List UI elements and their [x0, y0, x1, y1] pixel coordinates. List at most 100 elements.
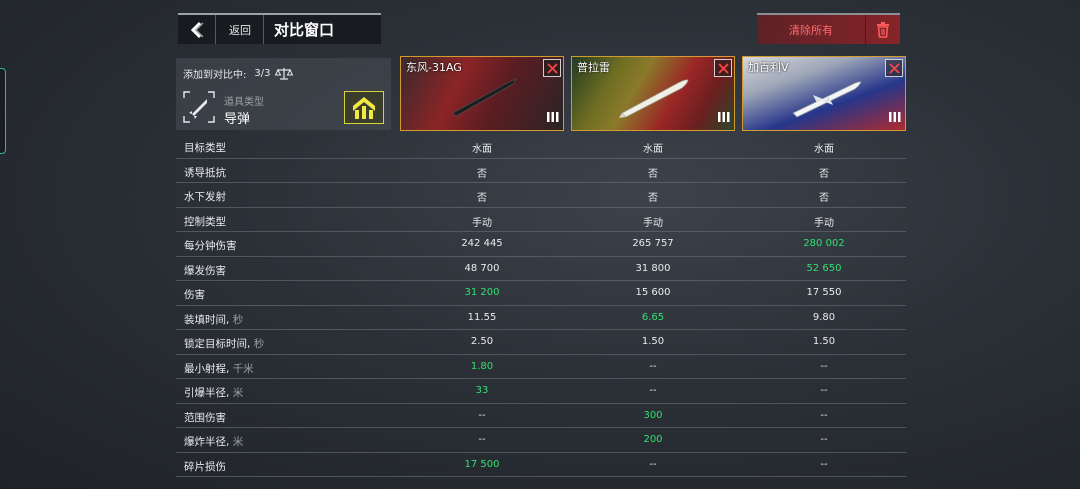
stat-value-item-2: 手动 — [643, 217, 663, 229]
stat-label-text: 锁定目标时间, — [184, 338, 254, 350]
stat-label: 控制类型 — [184, 214, 226, 229]
side-drawer-tab[interactable] — [0, 68, 6, 154]
missile-type-icon — [183, 91, 215, 123]
stat-value-item-1: 33 — [475, 385, 489, 396]
stat-label-text: 水下发射 — [184, 191, 226, 203]
stat-value-item-1: -- — [478, 434, 486, 445]
stat-row: 水下发射 否 否 否 — [176, 183, 906, 208]
stat-unit: 秒 — [232, 313, 244, 326]
stats-table: 目标类型 水面 水面 水面 诱导抵抗否否否水下发射否否否控制类型 手动 手动 手动 每分钟伤害 2… — [176, 134, 906, 477]
missile-image — [452, 78, 517, 117]
clear-all-button[interactable]: 清除所有 — [757, 13, 900, 44]
stat-value-item-3: 1.50 — [812, 336, 836, 347]
stat-value-item-3: -- — [820, 409, 828, 421]
stat-label-text: 控制类型 — [184, 215, 226, 228]
stat-value-item-1: 1.80 — [470, 360, 494, 372]
stat-label: 伤害 — [184, 287, 205, 302]
stat-label: 每分钟伤害 — [184, 238, 237, 253]
remove-item-close-icon[interactable] — [543, 59, 561, 77]
stat-label-text: 爆发伤害 — [184, 264, 226, 277]
stat-value-item-2: -- — [649, 360, 657, 372]
item-type-caption: 道具类型 — [224, 97, 264, 108]
stat-label-text: 装填时间, — [184, 313, 233, 326]
stat-row: 爆炸半径, 米 -- 200 -- — [176, 428, 906, 453]
stat-label-text: 爆炸半径, — [184, 436, 233, 448]
back-label[interactable]: 返回 — [216, 15, 264, 44]
added-count: 3/3 — [254, 68, 271, 79]
stat-value-item-3: 否 — [819, 193, 829, 204]
item-name: 东风-31AG — [406, 61, 462, 74]
stat-row: 诱导抵抗 否 否 否 — [176, 159, 906, 183]
stat-value-item-1: 31 200 — [464, 287, 500, 298]
added-label: 添加到对比中: — [183, 70, 247, 81]
stat-value-item-3: 280 002 — [803, 238, 845, 249]
stat-row: 爆发伤害 48 700 31 800 52 650 — [176, 257, 906, 281]
stat-value-item-2: -- — [649, 458, 657, 470]
stat-value-item-3: 9.80 — [812, 311, 836, 323]
stat-unit: 千米 — [232, 362, 254, 375]
stat-value-item-3: -- — [820, 385, 828, 396]
stat-label: 碎片损伤 — [184, 459, 226, 474]
back-button[interactable] — [178, 15, 216, 44]
stat-value-item-3: -- — [820, 458, 828, 470]
stat-label-text: 引爆半径, — [184, 387, 233, 399]
stat-label: 锁定目标时间, 秒 — [184, 336, 264, 351]
stat-row: 最小射程, 千米 1.80 -- -- — [176, 355, 906, 379]
stat-value-item-1: 否 — [477, 168, 487, 180]
stat-label: 爆发伤害 — [184, 263, 226, 278]
stat-unit: 米 — [232, 436, 244, 448]
stat-label-text: 目标类型 — [184, 142, 226, 154]
remove-item-close-icon[interactable] — [714, 59, 732, 77]
tier-iii-icon — [889, 108, 901, 127]
stat-label: 最小射程, 千米 — [184, 361, 254, 376]
tier-iii-icon — [718, 108, 730, 127]
chevron-left-icon — [190, 21, 204, 38]
stat-value-item-2: 6.65 — [641, 311, 665, 323]
stat-label-text: 范围伤害 — [184, 411, 226, 424]
stat-label: 诱导抵抗 — [184, 165, 226, 180]
stat-label-text: 每分钟伤害 — [184, 240, 237, 252]
stat-value-item-3: 手动 — [814, 217, 834, 229]
item-type-value: 导弹 — [224, 112, 251, 127]
stat-label: 水下发射 — [184, 189, 226, 204]
stat-value-item-1: 11.55 — [467, 311, 497, 323]
stat-label-text: 诱导抵抗 — [184, 166, 226, 179]
added-to-compare-row: 添加到对比中: 3/3 — [183, 66, 294, 81]
stat-value-item-2: 265 757 — [632, 238, 674, 249]
stat-label: 装填时间, 秒 — [184, 312, 243, 327]
stat-unit: 秒 — [253, 338, 265, 350]
stat-value-item-2: 否 — [648, 168, 658, 180]
stat-value-item-1: 否 — [477, 193, 487, 204]
stat-value-item-1: 48 700 — [464, 262, 500, 274]
stat-row: 范围伤害 -- 300 -- — [176, 404, 906, 428]
stat-value-item-3: 52 650 — [806, 262, 842, 274]
compare-item-card-2[interactable]: 普拉雷 — [571, 56, 735, 131]
window-header: 返回 对比窗口 — [178, 13, 381, 44]
stat-row: 目标类型 水面 水面 水面 — [176, 134, 906, 159]
rank-chevron-icon — [344, 91, 384, 124]
stat-value-item-1: 242 445 — [461, 238, 503, 249]
stat-value-item-1: 水面 — [472, 144, 492, 155]
tier-iii-icon — [547, 108, 559, 127]
item-name: 普拉雷 — [577, 61, 610, 74]
stat-row: 引爆半径, 米 33 -- -- — [176, 379, 906, 404]
stat-value-item-1: -- — [478, 409, 486, 421]
stat-value-item-2: 1.50 — [641, 336, 665, 347]
stat-value-item-3: 否 — [819, 168, 829, 180]
remove-item-close-icon[interactable] — [885, 59, 903, 77]
trash-icon — [865, 15, 900, 44]
stat-value-item-2: 15 600 — [635, 287, 671, 298]
stat-value-item-1: 2.50 — [470, 336, 494, 347]
stat-row: 装填时间, 秒 11.55 6.65 9.80 — [176, 306, 906, 330]
stat-value-item-2: 31 800 — [635, 262, 671, 274]
compare-item-card-3[interactable]: 加百利V — [742, 56, 906, 131]
stat-value-item-2: 否 — [648, 193, 658, 204]
stat-label: 爆炸半径, 米 — [184, 434, 243, 449]
stat-row: 伤害 31 200 15 600 17 550 — [176, 281, 906, 306]
stat-label: 范围伤害 — [184, 410, 226, 425]
stat-value-item-1: 17 500 — [464, 458, 500, 470]
stat-value-item-2: 300 — [643, 409, 663, 421]
compare-item-card-1[interactable]: 东风-31AG — [400, 56, 564, 131]
stat-unit: 米 — [232, 387, 244, 399]
compare-info-panel: 添加到对比中: 3/3 道具类型 导弹 — [176, 58, 391, 130]
